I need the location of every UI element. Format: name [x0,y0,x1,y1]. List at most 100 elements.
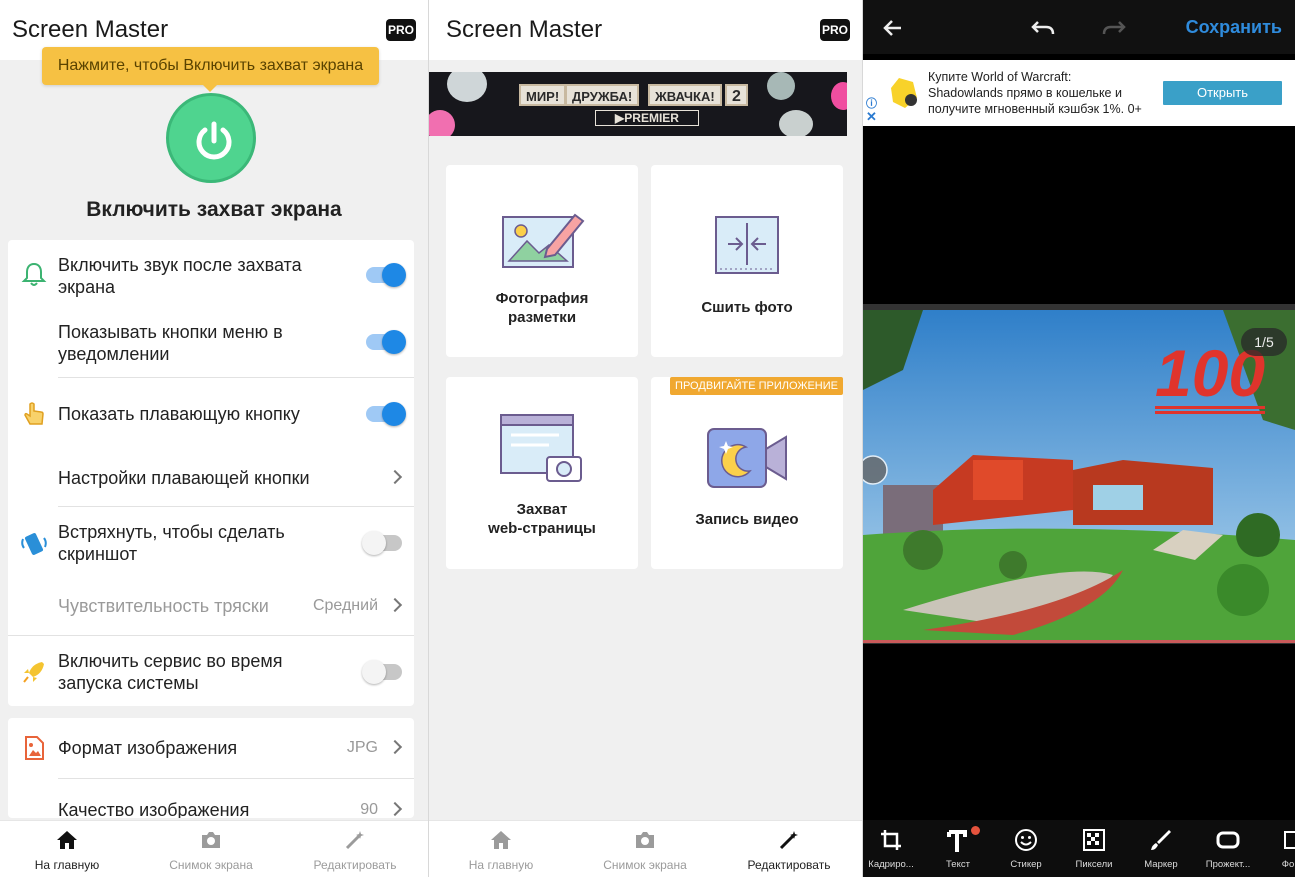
tile-label-line2: разметки [507,309,577,326]
tile-stitch-photo[interactable]: Сшить фото [651,165,843,357]
tile-web-capture[interactable]: Захват web-страницы [446,377,638,569]
photo-icon [1284,831,1295,849]
page-indicator: 1/5 [1241,328,1287,356]
bottom-nav: На главную Снимок экрана Редактировать [429,820,862,877]
ad-open-button[interactable]: Открыть [1163,81,1282,105]
setting-value: Средний [312,597,378,614]
tool-photo[interactable]: Фо [1267,820,1295,877]
setting-row-floating-button[interactable]: Показать плавающую кнопку [8,378,414,448]
setting-row-format[interactable]: Формат изображения JPG [8,718,414,778]
pro-badge[interactable]: PRO [386,19,416,41]
chevron-right-icon [387,801,403,817]
toggle-boot[interactable] [362,660,402,684]
power-button[interactable] [166,93,256,183]
tile-label-line1: Фотография [495,290,589,307]
tile-markup-photo[interactable]: Фотография разметки [446,165,638,357]
ad-chip: ДРУЖБА! [565,84,640,106]
ad-chip: 2 [725,84,748,106]
nav-edit[interactable]: Редактировать [285,821,425,877]
setting-label-line2: уведомлении [58,344,170,364]
ad-banner[interactable]: ⓘ ✕ Купите World of Warcraft: Shadowland… [863,60,1295,126]
setting-row-shake[interactable]: Встряхнуть, чтобы сделать скриншот [8,507,414,577]
setting-label-line1: Встряхнуть, чтобы сделать [58,522,285,542]
ad-close-icon[interactable]: ✕ [866,109,877,125]
nav-home[interactable]: На главную [431,821,571,877]
ad-text-line3: получите мгновенный кэшбэк 1%. 0+ [928,102,1142,116]
setting-label: Формат изображения [58,738,238,758]
setting-label-line2: запуска системы [58,673,199,693]
ad-sticker [831,82,847,110]
bell-icon [21,262,47,286]
tool-marker[interactable]: Маркер [1133,820,1189,877]
setting-row-quality[interactable]: Качество изображения 90 [8,779,414,818]
setting-row-menu-buttons[interactable]: Показывать кнопки меню в уведомлении [8,308,414,378]
edited-photo[interactable]: 100 1/5 [863,310,1295,642]
tool-crop[interactable]: Кадриро... [863,820,919,877]
tool-label: Прожект... [1205,859,1251,870]
setting-label-line1: Включить сервис во время [58,651,283,671]
marker-icon [1151,830,1171,850]
setting-label-line1: Показывать кнопки меню в [58,322,283,342]
ad-chip: МИР! [519,84,567,106]
tool-pixelate[interactable]: Пиксели [1066,820,1122,877]
power-icon [196,121,232,160]
tools-screen: Screen Master PRO МИР! ДРУЖБА! ЖВАЧКА! 2… [429,0,862,877]
ad-banner[interactable]: МИР! ДРУЖБА! ЖВАЧКА! 2 ▶PREMIER [429,72,847,136]
sticker-icon [1015,829,1037,851]
tile-label: Запись видео [695,511,799,528]
nav-label: На главную [34,858,100,872]
setting-label-line2: экрана [58,277,116,297]
redo-icon[interactable] [1101,16,1127,40]
nav-label: Редактировать [313,858,397,872]
setting-row-floating-settings[interactable]: Настройки плавающей кнопки [8,448,414,506]
editor-toolbar: Сохранить [863,0,1295,54]
spotlight-icon [1216,831,1240,849]
setting-label: Чувствительность тряски [58,596,269,616]
toggle-floating-button[interactable] [366,402,406,426]
nav-edit[interactable]: Редактировать [719,821,859,877]
ad-text: Купите World of Warcraft: Shadowlands пр… [928,69,1142,117]
ad-text-line1: Купите World of Warcraft: [928,70,1072,84]
tile-video-record[interactable]: ПРОДВИГАЙТЕ ПРИЛОЖЕНИЕ Запись видео [651,377,843,569]
ad-sticker [767,72,795,100]
video-record-icon [707,428,787,488]
tile-label-line2: web-страницы [488,520,596,537]
tool-text[interactable]: Текст [930,820,986,877]
nav-screenshot[interactable]: Снимок экрана [141,821,281,877]
shake-phone-icon [21,533,47,555]
undo-icon[interactable] [1030,16,1056,40]
pro-badge[interactable]: PRO [820,19,850,41]
setting-row-sound[interactable]: Включить звук после захвата экрана [8,240,414,308]
setting-label: Настройки плавающей кнопки [58,468,310,488]
ad-text-line2: Shadowlands прямо в кошельке и [928,86,1122,100]
tile-label: Сшить фото [701,299,793,316]
tile-label-line1: Захват [516,501,568,518]
toggle-sound[interactable] [366,263,406,287]
setting-value: JPG [346,739,378,756]
magic-wand-icon [779,831,798,850]
nav-label: Снимок экрана [603,858,687,872]
camera-icon [636,832,654,848]
save-button[interactable]: Сохранить [1186,17,1282,38]
text-icon [947,830,967,852]
back-arrow-icon[interactable] [881,16,905,40]
tap-hand-icon [24,402,44,425]
tool-sticker[interactable]: Стикер [998,820,1054,877]
tool-label: Кадриро... [868,859,914,870]
toggle-menu-buttons[interactable] [366,330,406,354]
app-bar: Screen Master PRO [429,0,862,60]
stitch-photo-icon [715,216,779,274]
setting-row-boot[interactable]: Включить сервис во время запуска системы [8,636,414,706]
nav-screenshot[interactable]: Снимок экрана [575,821,715,877]
tool-label: Стикер [1010,859,1042,870]
nav-home[interactable]: На главную [0,821,137,877]
setting-row-shake-sensitivity[interactable]: Чувствительность тряски Средний [8,577,414,635]
toggle-shake[interactable] [362,531,402,555]
nav-label: Снимок экрана [169,858,253,872]
ad-brand: ▶PREMIER [595,110,699,126]
web-capture-icon [500,414,582,482]
setting-label: Качество изображения [58,800,250,818]
crop-icon [881,830,901,850]
tool-spotlight[interactable]: Прожект... [1200,820,1256,877]
editor-tools-bar: Кадриро... Текст Стикер Пиксели Маркер П… [863,820,1295,877]
